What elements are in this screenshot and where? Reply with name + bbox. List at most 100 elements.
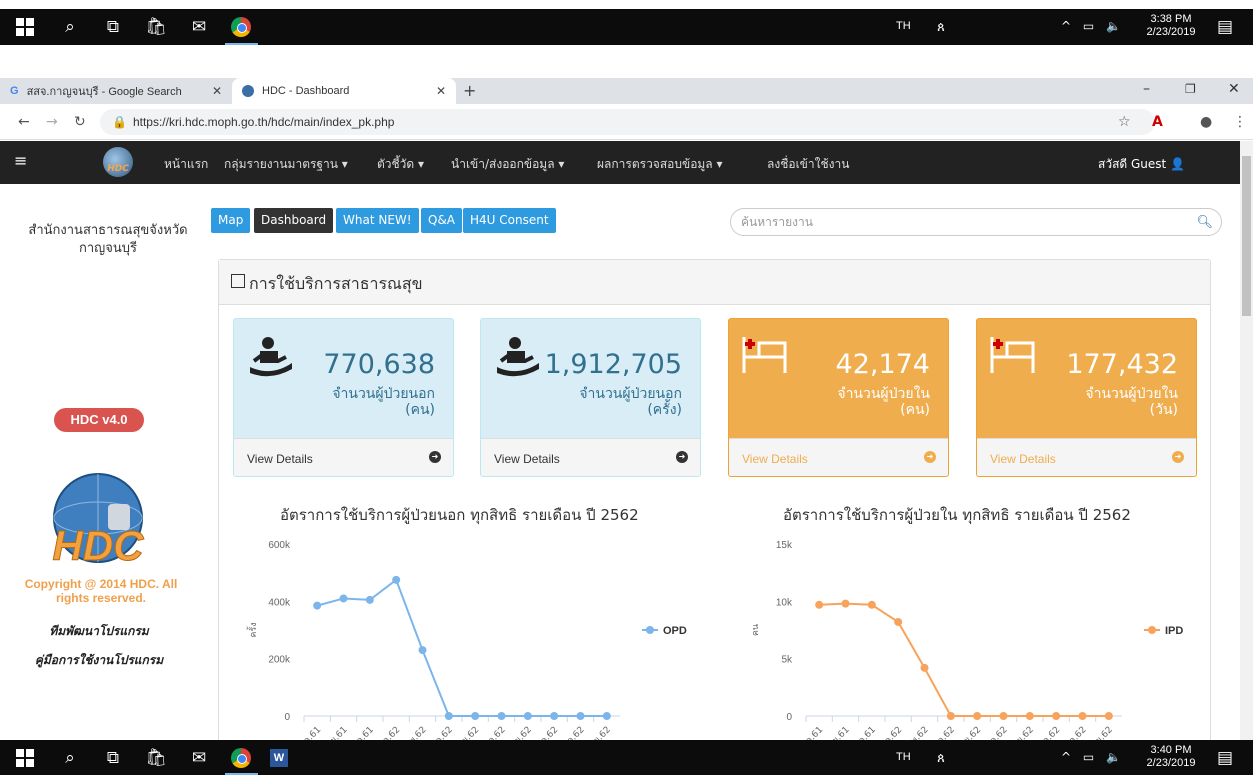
series-line [819, 602, 1109, 717]
back-button[interactable]: ← [18, 114, 30, 130]
chrome-menu-icon[interactable]: ⋮ [1233, 114, 1247, 130]
data-point [471, 712, 480, 720]
nav-login[interactable]: ลงชื่อเข้าใช้งาน [767, 155, 849, 174]
restore-button[interactable]: ❐ [1185, 82, 1196, 96]
stat-label: จำนวนผู้ป่วยใน (คน) [837, 386, 930, 418]
link-dev-team[interactable]: ทีมพัฒนาโปรแกรม [0, 622, 198, 641]
people-icon[interactable]: ጰ [930, 747, 952, 769]
search-icon[interactable]: ⌕ [59, 747, 81, 769]
minimize-button[interactable]: – [1143, 81, 1150, 97]
x-tick-label: ธ.ค.61 [349, 725, 376, 740]
url-field[interactable]: 🔒 https://kri.hdc.moph.go.th/hdc/main/in… [100, 109, 1155, 135]
stat-card-opd-persons: 770,638 จำนวนผู้ป่วยนอก (คน) View Detail… [233, 318, 454, 477]
dashboard-button[interactable]: Dashboard [254, 208, 334, 233]
link-user-manual[interactable]: คู่มือการใช้งานโปรแกรม [0, 651, 198, 670]
qa-button[interactable]: Q&A [421, 208, 463, 233]
reload-button[interactable]: ↻ [74, 114, 86, 130]
stat-card-ipd-persons: 42,174 จำนวนผู้ป่วยใน (คน) View Details ➜ [728, 318, 949, 477]
chrome-icon[interactable] [230, 747, 252, 769]
new-tab-button[interactable]: + [463, 81, 476, 100]
acrobat-extension-icon[interactable]: A [1152, 114, 1163, 130]
report-search-input[interactable]: ค้นหารายงาน 🔍︎ [730, 208, 1222, 236]
h4u-consent-button[interactable]: H4U Consent [463, 208, 556, 233]
view-details-link[interactable]: View Details ➜ [234, 438, 453, 476]
page-scrollbar[interactable] [1240, 141, 1253, 740]
nav-home[interactable]: หน้าแรก [164, 155, 208, 174]
nav-import-export[interactable]: นำเข้า/ส่งออกข้อมูล ▾ [451, 155, 564, 174]
legend-marker [1148, 626, 1156, 634]
clock[interactable]: 3:40 PM 2/23/2019 [1141, 744, 1201, 770]
task-view-icon[interactable]: ⧉ [102, 747, 124, 769]
menu-toggle-icon[interactable]: ≡ [14, 151, 27, 170]
x-tick-label: ธ.ค.61 [851, 725, 878, 740]
bookmark-star-icon[interactable]: ☆ [1118, 114, 1131, 130]
data-point [497, 712, 506, 720]
mail-icon[interactable]: ✉ [188, 16, 210, 38]
x-tick-label: ต.ค.61 [798, 725, 826, 740]
store-icon[interactable]: 🛍 [145, 747, 167, 769]
x-tick-label: มิ.ย.62 [1008, 724, 1036, 740]
people-icon[interactable]: ጰ [930, 16, 952, 38]
scrollbar-thumb[interactable] [1242, 156, 1251, 316]
nav-standard-reports[interactable]: กลุ่มรายงานมาตรฐาน ▾ [224, 155, 348, 174]
view-details-link[interactable]: View Details ➜ [729, 438, 948, 476]
windows-start-icon[interactable] [14, 747, 36, 769]
tab-google-search[interactable]: G สสจ.กาญจนบุรี - Google Search ✕ [0, 78, 232, 104]
system-tray-icons[interactable]: ^ ▭ 🔈 [1061, 19, 1125, 33]
map-button[interactable]: Map [211, 208, 251, 233]
hdc-favicon-icon [242, 85, 254, 97]
view-details-link[interactable]: View Details ➜ [977, 438, 1196, 476]
notification-icon[interactable]: ▤ [1214, 747, 1236, 769]
arrow-circle-right-icon: ➜ [1172, 451, 1184, 463]
data-point [1078, 712, 1087, 720]
forward-button[interactable]: → [46, 114, 58, 130]
mail-icon[interactable]: ✉ [188, 747, 210, 769]
x-tick-label: ก.ย.62 [1088, 725, 1115, 740]
panel-header: การใช้บริการสาธารณสุข [219, 260, 1210, 305]
language-indicator[interactable]: TH [896, 20, 911, 32]
y-tick-label: 5k [781, 655, 793, 666]
search-icon[interactable]: ⌕ [59, 16, 81, 38]
task-view-icon[interactable]: ⧉ [102, 16, 124, 38]
ipd-chart-title: อัตราการใช้บริการผู้ป่วยใน ทุกสิทธิ รายเ… [783, 506, 1131, 524]
stat-value: 42,174 [835, 349, 930, 380]
arrow-circle-right-icon: ➜ [676, 451, 688, 463]
close-tab-icon[interactable]: ✕ [436, 84, 446, 98]
close-tab-icon[interactable]: ✕ [212, 84, 222, 98]
hdc-logo-image: HDC [52, 473, 145, 570]
notification-icon[interactable]: ▤ [1214, 16, 1236, 38]
chrome-icon[interactable] [230, 16, 252, 38]
profile-icon[interactable]: ● [1200, 114, 1212, 130]
language-indicator[interactable]: TH [896, 751, 911, 763]
clock[interactable]: 3:38 PM 2/23/2019 [1141, 13, 1201, 39]
whats-new-button[interactable]: What NEW! [336, 208, 419, 233]
copyright-text: Copyright @ 2014 HDC. All rights reserve… [24, 577, 178, 605]
y-tick-label: 400k [268, 597, 291, 608]
store-icon[interactable]: 🛍 [145, 16, 167, 38]
x-tick-label: มี.ค.62 [929, 724, 957, 740]
hospital-bed-icon [742, 337, 787, 373]
nav-data-check[interactable]: ผลการตรวจสอบข้อมูล ▾ [597, 155, 723, 174]
hdc-logo-icon[interactable]: HDC [103, 147, 133, 177]
user-icon: 👤 [1170, 157, 1186, 171]
nav-indicators[interactable]: ตัวชี้วัด ▾ [377, 155, 424, 174]
address-bar: ← → ↻ 🔒 https://kri.hdc.moph.go.th/hdc/m… [0, 104, 1253, 140]
x-tick-label: ก.พ.62 [401, 725, 428, 740]
word-icon[interactable]: W [268, 747, 290, 769]
panel-title: การใช้บริการสาธารณสุข [249, 274, 423, 293]
data-point [444, 712, 453, 720]
x-tick-label: พ.ย.61 [824, 725, 851, 740]
close-window-button[interactable]: ✕ [1228, 81, 1240, 97]
windows-start-icon[interactable] [14, 16, 36, 38]
y-axis-label: คน [751, 624, 761, 636]
y-tick-label: 0 [284, 712, 290, 723]
stat-value: 770,638 [323, 349, 435, 380]
system-tray-icons[interactable]: ^ ▭ 🔈 [1061, 750, 1125, 764]
view-details-link[interactable]: View Details ➜ [481, 438, 700, 476]
stat-value: 1,912,705 [544, 349, 682, 380]
search-icon[interactable]: 🔍︎ [1196, 209, 1213, 236]
tab-hdc-dashboard[interactable]: HDC - Dashboard ✕ [232, 78, 456, 104]
user-greeting[interactable]: สวัสดี Guest 👤 [1098, 155, 1185, 174]
bottom-taskbar: ⌕ ⧉ 🛍 ✉ W TH ጰ ^ ▭ 🔈 3:40 PM 2/23/2019 ▤ [0, 740, 1253, 775]
stat-label: จำนวนผู้ป่วยนอก (ครั้ง) [579, 386, 682, 418]
